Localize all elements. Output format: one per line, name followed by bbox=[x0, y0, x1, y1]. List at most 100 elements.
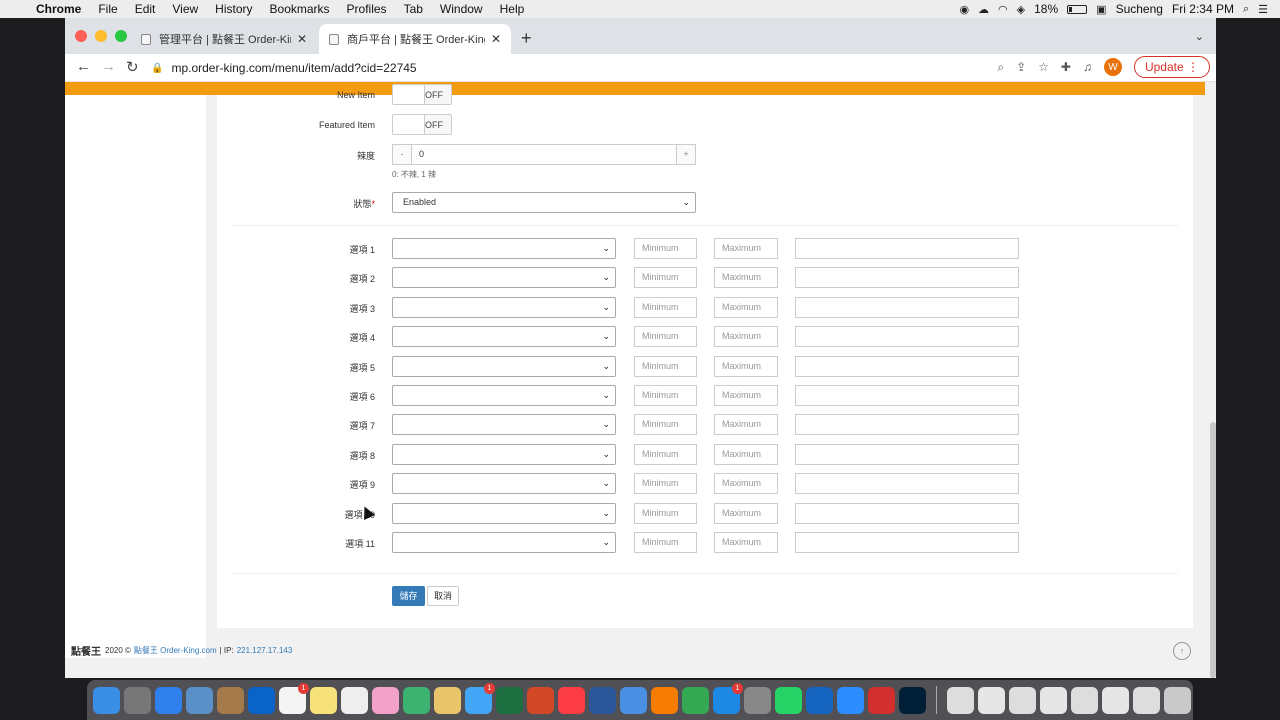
increment-button[interactable]: + bbox=[677, 145, 695, 164]
option-select[interactable]: ⌄ bbox=[392, 414, 616, 435]
minimized-window-icon[interactable] bbox=[978, 686, 1005, 714]
messages-icon[interactable]: 1 bbox=[465, 682, 495, 714]
scroll-to-top-icon[interactable]: ↑ bbox=[1173, 642, 1191, 660]
cancel-button[interactable]: 取消 bbox=[427, 586, 459, 606]
close-tab-icon[interactable]: ✕ bbox=[297, 32, 307, 46]
launchpad-icon[interactable] bbox=[124, 686, 151, 714]
preview-icon[interactable] bbox=[186, 686, 213, 714]
option-select[interactable]: ⌄ bbox=[392, 297, 616, 318]
acrobat-icon[interactable] bbox=[868, 686, 895, 714]
back-icon[interactable]: ← bbox=[76, 58, 91, 75]
photos-icon[interactable] bbox=[372, 686, 399, 714]
option-extra-input[interactable] bbox=[795, 414, 1019, 435]
minimized-window-icon[interactable] bbox=[1071, 686, 1098, 714]
option-extra-input[interactable] bbox=[795, 385, 1019, 406]
option-minimum-input[interactable]: Minimum bbox=[634, 385, 697, 406]
safari-icon[interactable] bbox=[155, 686, 182, 714]
notes-icon[interactable] bbox=[310, 686, 337, 714]
extensions-icon[interactable]: ✚ bbox=[1061, 60, 1071, 74]
option-maximum-input[interactable]: Maximum bbox=[714, 385, 778, 406]
new-tab-icon[interactable]: + bbox=[521, 28, 532, 49]
menu-view[interactable]: View bbox=[172, 2, 198, 16]
spotlight-search-icon[interactable]: ⌕ bbox=[1243, 3, 1249, 16]
address-bar[interactable]: 🔒 mp.order-king.com/menu/item/add?cid=22… bbox=[151, 56, 1031, 80]
excel-icon[interactable] bbox=[496, 686, 523, 714]
powerpoint-icon[interactable] bbox=[527, 686, 554, 714]
option-maximum-input[interactable]: Maximum bbox=[714, 297, 778, 318]
minimized-window-icon[interactable] bbox=[1133, 686, 1160, 714]
photoshop-icon[interactable] bbox=[899, 686, 926, 714]
option-select[interactable]: ⌄ bbox=[392, 532, 616, 553]
decrement-button[interactable]: - bbox=[393, 145, 411, 164]
menu-app-name[interactable]: Chrome bbox=[36, 2, 81, 16]
option-select[interactable]: ⌄ bbox=[392, 473, 616, 494]
trash-icon[interactable] bbox=[1164, 686, 1191, 714]
option-extra-input[interactable] bbox=[795, 297, 1019, 318]
minimized-window-icon[interactable] bbox=[1102, 686, 1129, 714]
menu-history[interactable]: History bbox=[215, 2, 252, 16]
option-extra-input[interactable] bbox=[795, 473, 1019, 494]
page-scrollbar[interactable] bbox=[1210, 422, 1216, 678]
option-minimum-input[interactable]: Minimum bbox=[634, 414, 697, 435]
option-select[interactable]: ⌄ bbox=[392, 238, 616, 259]
option-extra-input[interactable] bbox=[795, 267, 1019, 288]
numbers-icon[interactable] bbox=[403, 686, 430, 714]
option-maximum-input[interactable]: Maximum bbox=[714, 503, 778, 524]
option-minimum-input[interactable]: Minimum bbox=[634, 238, 697, 259]
keynote-icon[interactable] bbox=[620, 686, 647, 714]
option-extra-input[interactable] bbox=[795, 238, 1019, 259]
zoom-window-button[interactable] bbox=[115, 30, 127, 42]
menu-file[interactable]: File bbox=[98, 2, 117, 16]
menu-bookmarks[interactable]: Bookmarks bbox=[270, 2, 330, 16]
tab-merchant-platform[interactable]: 商戶平台 | 點餐王 Order-King.c ✕ bbox=[319, 24, 511, 54]
media-control-icon[interactable]: ♫ bbox=[1083, 60, 1092, 74]
option-minimum-input[interactable]: Minimum bbox=[634, 356, 697, 377]
option-maximum-input[interactable]: Maximum bbox=[714, 444, 778, 465]
option-maximum-input[interactable]: Maximum bbox=[714, 326, 778, 347]
word-icon[interactable] bbox=[589, 686, 616, 714]
menu-edit[interactable]: Edit bbox=[135, 2, 156, 16]
tab-admin-platform[interactable]: 管理平台 | 點餐王 Order-King.c ✕ bbox=[131, 24, 317, 54]
option-extra-input[interactable] bbox=[795, 356, 1019, 377]
outlook-icon[interactable] bbox=[248, 686, 275, 714]
option-extra-input[interactable] bbox=[795, 326, 1019, 347]
user-name[interactable]: Sucheng bbox=[1116, 2, 1163, 16]
option-minimum-input[interactable]: Minimum bbox=[634, 532, 697, 553]
option-select[interactable]: ⌄ bbox=[392, 356, 616, 377]
menu-window[interactable]: Window bbox=[440, 2, 483, 16]
url-text[interactable]: mp.order-king.com/menu/item/add?cid=2274… bbox=[171, 61, 416, 75]
whatsapp-icon[interactable] bbox=[775, 686, 802, 714]
option-minimum-input[interactable]: Minimum bbox=[634, 326, 697, 347]
control-center-icon[interactable]: ☰ bbox=[1258, 3, 1268, 16]
battery-icon[interactable] bbox=[1067, 4, 1088, 14]
menu-tab[interactable]: Tab bbox=[404, 2, 423, 16]
option-maximum-input[interactable]: Maximum bbox=[714, 238, 778, 259]
lock-icon[interactable]: 🔒 bbox=[151, 63, 163, 74]
minimize-window-button[interactable] bbox=[95, 30, 107, 42]
option-minimum-input[interactable]: Minimum bbox=[634, 297, 697, 318]
option-select[interactable]: ⌄ bbox=[392, 444, 616, 465]
contacts-icon[interactable] bbox=[217, 686, 244, 714]
record-icon[interactable]: ◉ bbox=[959, 3, 969, 16]
zoom-app-icon[interactable] bbox=[837, 686, 864, 714]
option-select[interactable]: ⌄ bbox=[392, 267, 616, 288]
option-minimum-input[interactable]: Minimum bbox=[634, 473, 697, 494]
option-extra-input[interactable] bbox=[795, 532, 1019, 553]
reminders-icon[interactable] bbox=[341, 686, 368, 714]
new-item-toggle[interactable]: OFF bbox=[392, 84, 452, 105]
option-extra-input[interactable] bbox=[795, 503, 1019, 524]
option-maximum-input[interactable]: Maximum bbox=[714, 532, 778, 553]
books-icon[interactable] bbox=[651, 686, 678, 714]
footer-brand-link[interactable]: 點餐王 Order-King.com bbox=[134, 645, 217, 656]
minimized-window-icon[interactable] bbox=[947, 686, 974, 714]
minimized-window-icon[interactable] bbox=[1040, 686, 1067, 714]
system-preferences-icon[interactable] bbox=[744, 686, 771, 714]
spiciness-input[interactable]: 0 bbox=[411, 145, 677, 164]
creative-cloud-icon[interactable]: ☁ bbox=[978, 3, 989, 16]
option-select[interactable]: ⌄ bbox=[392, 326, 616, 347]
option-minimum-input[interactable]: Minimum bbox=[634, 503, 697, 524]
minimized-window-icon[interactable] bbox=[1009, 686, 1036, 714]
clock[interactable]: Fri 2:34 PM bbox=[1172, 2, 1234, 16]
zoom-icon[interactable]: ⌕ bbox=[997, 60, 1004, 75]
option-select[interactable]: ⌄ bbox=[392, 385, 616, 406]
